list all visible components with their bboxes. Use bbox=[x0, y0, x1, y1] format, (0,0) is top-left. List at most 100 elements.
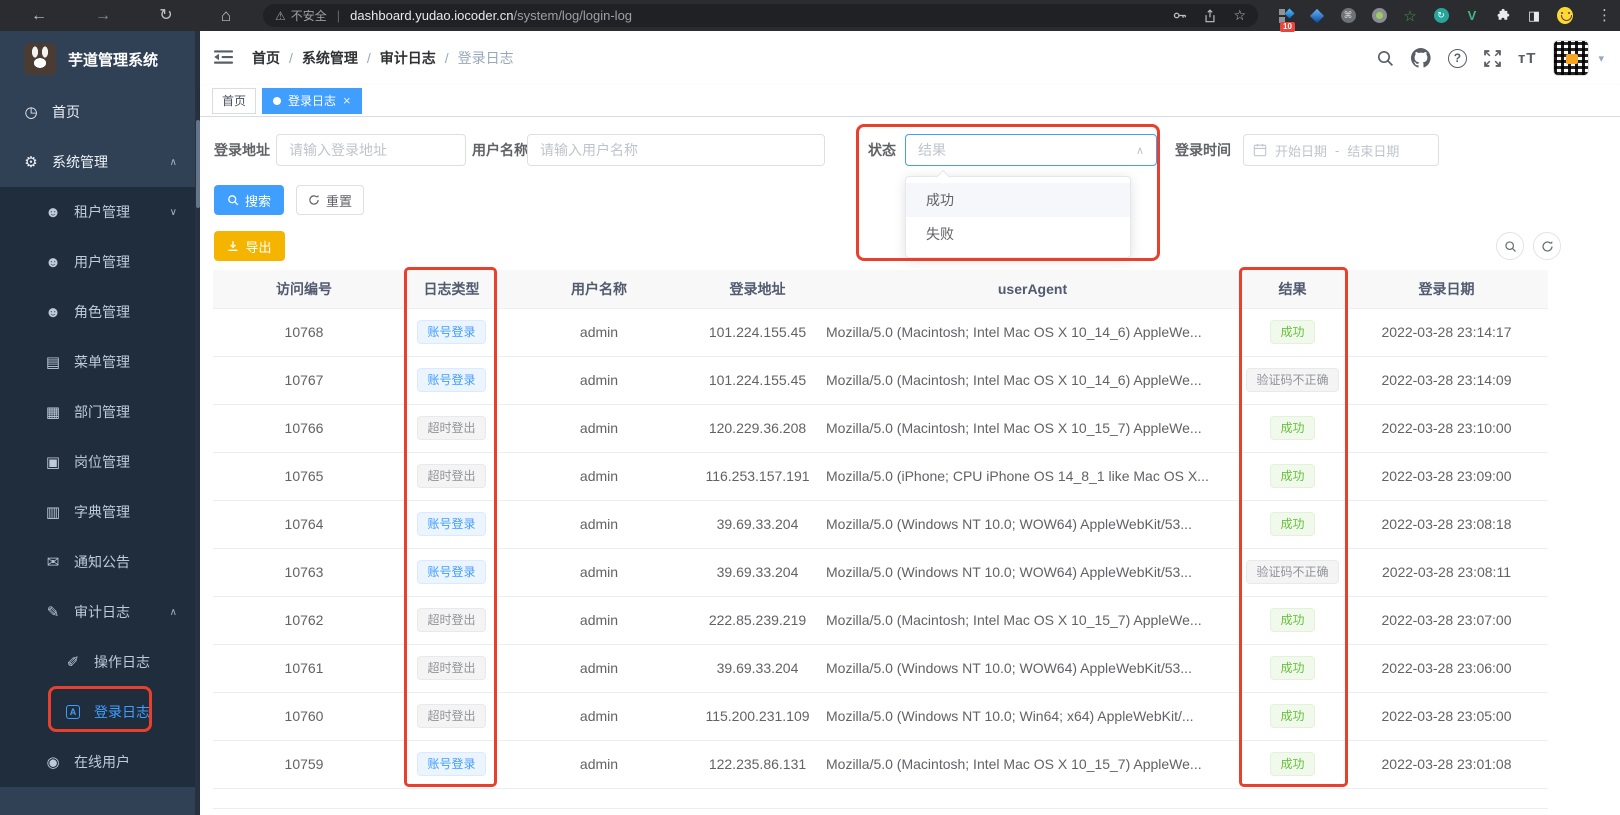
side-panel-icon[interactable]: ◨ bbox=[1526, 8, 1542, 24]
profile-avatar[interactable] bbox=[1557, 7, 1573, 24]
breadcrumb-separator: / bbox=[289, 50, 293, 66]
table-header-cell: userAgent bbox=[825, 270, 1240, 309]
tab-login-log[interactable]: 登录日志 × bbox=[262, 87, 362, 114]
log-type-tag: 超时登出 bbox=[417, 656, 486, 680]
bookmark-star-icon[interactable]: ☆ bbox=[1233, 7, 1246, 24]
breadcrumb-item[interactable]: 登录日志 bbox=[458, 48, 514, 68]
sidebar-item-tenant-management[interactable]: ☻ 租户管理 ∨ bbox=[0, 187, 195, 237]
tab-home[interactable]: 首页 bbox=[212, 87, 257, 114]
cell-visit-id: 10760 bbox=[213, 692, 395, 741]
date-end-placeholder[interactable]: 结束日期 bbox=[1347, 141, 1399, 160]
login-address-label: 登录地址 bbox=[214, 142, 270, 158]
browser-menu-icon[interactable]: ⋮ bbox=[1597, 0, 1612, 31]
vue-devtools-icon[interactable]: V bbox=[1464, 8, 1480, 24]
username-input[interactable] bbox=[527, 134, 825, 166]
login-address-input[interactable] bbox=[276, 134, 466, 166]
share-icon[interactable] bbox=[1203, 8, 1217, 23]
sidebar-item-login-log[interactable]: A 登录日志 bbox=[0, 687, 195, 737]
menu-item-label: 登录日志 bbox=[94, 704, 150, 720]
breadcrumb-separator: / bbox=[444, 50, 449, 66]
font-size-icon[interactable]: тT bbox=[1518, 50, 1537, 67]
sidebar-item-dict-management[interactable]: ▥ 字典管理 bbox=[0, 487, 195, 537]
result-tag: 成功 bbox=[1270, 656, 1315, 680]
password-key-icon[interactable] bbox=[1172, 8, 1187, 23]
sidebar-item-online-users[interactable]: ◉ 在线用户 bbox=[0, 737, 195, 787]
export-button[interactable]: 导出 bbox=[214, 231, 285, 261]
sidebar-item-post-management[interactable]: ▣ 岗位管理 bbox=[0, 437, 195, 487]
extensions-puzzle-icon[interactable] bbox=[1495, 8, 1511, 24]
cell-user-agent: Mozilla/5.0 (Windows NT 10.0; WOW64) App… bbox=[825, 644, 1240, 693]
cell-user-agent: Mozilla/5.0 (Macintosh; Intel Mac OS X 1… bbox=[825, 404, 1240, 453]
cell-username: admin bbox=[508, 500, 690, 549]
search-button[interactable]: 搜索 bbox=[214, 185, 284, 215]
sidebar-item-notice[interactable]: ✉ 通知公告 bbox=[0, 537, 195, 587]
menu-item-label: 通知公告 bbox=[74, 554, 130, 570]
breadcrumb: 首页 / 系统管理 / 审计日志 / 登录日志 bbox=[252, 31, 514, 85]
app-logo[interactable]: 芋道管理系统 bbox=[0, 31, 195, 87]
date-range-separator: - bbox=[1335, 142, 1340, 158]
sidebar-item-system-management[interactable]: ⚙ 系统管理 ∧ bbox=[0, 137, 195, 187]
breadcrumb-item[interactable]: 审计日志 bbox=[380, 48, 436, 68]
sidebar-item-user-management[interactable]: ☻ 用户管理 bbox=[0, 237, 195, 287]
breadcrumb-item[interactable]: 系统管理 bbox=[302, 48, 358, 68]
refresh-table-button[interactable] bbox=[1533, 232, 1561, 260]
login-time-range-picker[interactable]: 开始日期 - 结束日期 bbox=[1243, 134, 1439, 166]
sidebar: 芋道管理系统 ◷ 首页 ⚙ 系统管理 ∧ ☻ 租户管理 ∨ ☻ 用户管理 ☻ 角… bbox=[0, 31, 195, 815]
extension-star-icon[interactable]: ☆ bbox=[1402, 8, 1418, 25]
close-icon[interactable]: × bbox=[343, 93, 351, 108]
caret-down-icon[interactable]: ▾ bbox=[1598, 52, 1604, 65]
browser-back-icon[interactable]: ← bbox=[26, 0, 52, 31]
cell-login-address: 39.69.33.204 bbox=[690, 644, 825, 693]
github-icon[interactable] bbox=[1410, 48, 1431, 68]
browser-forward-icon[interactable]: → bbox=[90, 0, 116, 31]
cell-user-agent: Mozilla/5.0 (iPhone; CPU iPhone OS 14_8_… bbox=[825, 452, 1240, 501]
sidebar-item-home[interactable]: ◷ 首页 bbox=[0, 87, 195, 137]
extension-dot-icon[interactable] bbox=[1371, 8, 1387, 24]
user-avatar[interactable] bbox=[1553, 40, 1590, 76]
cell-username: admin bbox=[508, 548, 690, 597]
result-tag: 验证码不正确 bbox=[1246, 368, 1339, 392]
search-icon[interactable] bbox=[1376, 49, 1394, 67]
log-type-tag: 账号登录 bbox=[417, 368, 486, 392]
help-icon[interactable]: ? bbox=[1447, 48, 1467, 68]
browser-home-icon[interactable]: ⌂ bbox=[213, 0, 239, 31]
date-start-placeholder[interactable]: 开始日期 bbox=[1275, 141, 1327, 160]
menu-item-icon: ◷ bbox=[24, 104, 38, 121]
menu-item-icon: ☻ bbox=[45, 203, 61, 221]
breadcrumb-item[interactable]: 首页 bbox=[252, 48, 280, 68]
sidebar-item-role-management[interactable]: ☻ 角色管理 bbox=[0, 287, 195, 337]
toggle-search-button[interactable] bbox=[1496, 232, 1524, 260]
extension-badge: 10 bbox=[1280, 21, 1295, 32]
cell-login-address: 39.69.33.204 bbox=[690, 500, 825, 549]
warning-icon: ⚠ bbox=[275, 8, 286, 23]
security-warning[interactable]: ⚠ 不安全 bbox=[275, 7, 327, 24]
sidebar-item-audit-log[interactable]: ✎ 审计日志 ∧ bbox=[0, 587, 195, 637]
table-row: 10767 账号登录 admin 101.224.155.45 Mozilla/… bbox=[213, 356, 1548, 405]
sidebar-item-operation-log[interactable]: ✐ 操作日志 bbox=[0, 637, 195, 687]
table-row: 10759 账号登录 admin 122.235.86.131 Mozilla/… bbox=[213, 740, 1548, 789]
cell-login-date: 2022-03-28 23:14:17 bbox=[1345, 308, 1548, 357]
sidebar-item-menu-management[interactable]: ▤ 菜单管理 bbox=[0, 337, 195, 387]
extension-command-icon[interactable]: ⌘ bbox=[1340, 8, 1356, 24]
status-select[interactable]: 结果 ∧ bbox=[905, 134, 1157, 166]
fullscreen-icon[interactable] bbox=[1484, 49, 1501, 67]
sidebar-scrollbar-thumb[interactable] bbox=[195, 120, 200, 208]
cell-login-date: 2022-03-28 23:10:00 bbox=[1345, 404, 1548, 453]
log-type-tag: 账号登录 bbox=[417, 752, 486, 776]
extension-badged-icon[interactable]: 10 bbox=[1278, 8, 1295, 32]
sidebar-toggle-icon[interactable] bbox=[214, 49, 233, 65]
sidebar-item-dept-management[interactable]: ▦ 部门管理 bbox=[0, 387, 195, 437]
menu-item-icon: ☻ bbox=[45, 253, 61, 271]
cell-login-date: 2022-03-28 23:05:00 bbox=[1345, 692, 1548, 741]
extension-refresh-icon[interactable]: ↻ bbox=[1433, 8, 1449, 24]
status-option-success[interactable]: 成功 bbox=[906, 183, 1130, 217]
browser-reload-icon[interactable]: ↻ bbox=[153, 0, 179, 31]
status-option-failure[interactable]: 失败 bbox=[906, 217, 1130, 251]
result-tag: 成功 bbox=[1270, 512, 1315, 536]
extension-diamond-icon[interactable] bbox=[1309, 8, 1325, 24]
address-bar[interactable]: ⚠ 不安全 | dashboard.yudao.iocoder.cn /syst… bbox=[263, 4, 1258, 27]
login-log-table: 访问编号 日志类型 用户名称 登录地址 userAgent 结果 登录日期 10… bbox=[213, 270, 1548, 789]
reset-button[interactable]: 重置 bbox=[296, 185, 364, 215]
tab-label: 首页 bbox=[222, 94, 247, 108]
menu-item-label: 岗位管理 bbox=[74, 454, 130, 470]
